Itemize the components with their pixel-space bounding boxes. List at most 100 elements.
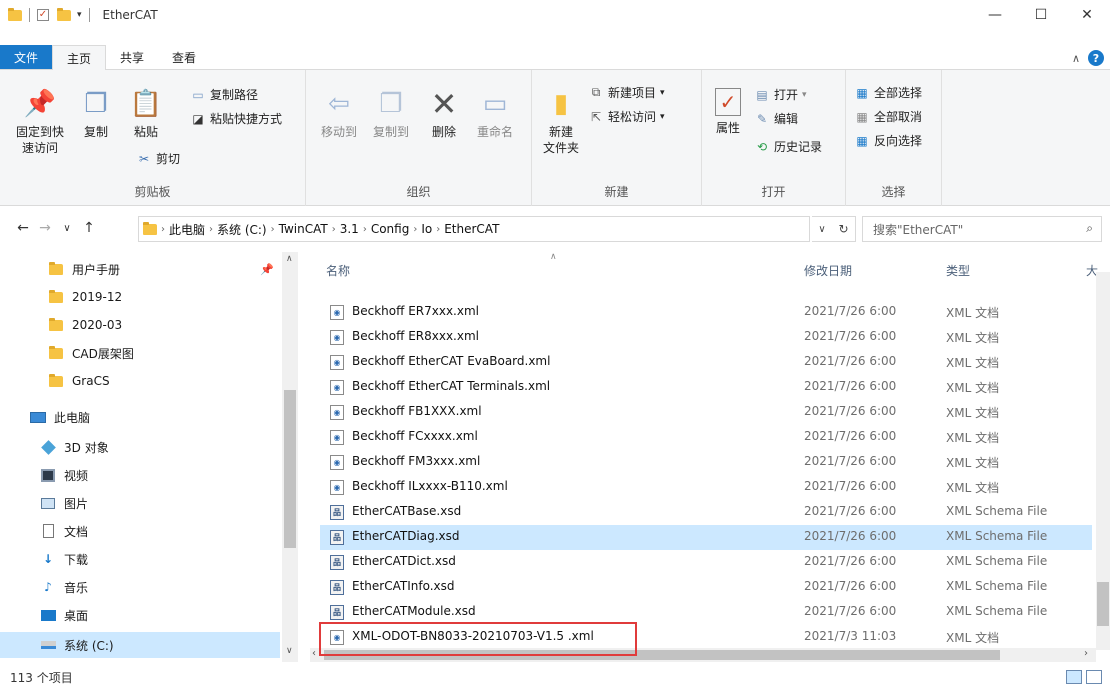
forward-arrow-icon[interactable]: → [34, 220, 56, 236]
nav-item-system-c[interactable]: 系统 (C:) [0, 632, 280, 658]
column-header-name[interactable]: 名称 [326, 262, 350, 279]
nav-item-cad[interactable]: CAD展架图 [0, 340, 280, 366]
file-name: Beckhoff EtherCAT Terminals.xml [352, 379, 551, 393]
paste-shortcut-button[interactable]: ◪ 粘贴快捷方式 [190, 110, 282, 127]
properties-button[interactable]: ✓ 属性 [708, 88, 748, 136]
breadcrumb-twincat[interactable]: TwinCAT [279, 222, 328, 236]
new-item-button[interactable]: ⧉ 新建项目 ▾ [588, 84, 665, 101]
select-all-button[interactable]: ▦ 全部选择 [854, 84, 922, 101]
paste-button[interactable]: 📋 粘贴 [126, 88, 166, 140]
open-button[interactable]: ▤ 打开 ▾ [754, 86, 806, 103]
tab-view[interactable]: 查看 [158, 45, 210, 69]
scroll-right-icon[interactable]: › [1084, 648, 1088, 659]
file-row[interactable]: 品 EtherCATBase.xsd 2021/7/26 6:00 XML Schem… [320, 500, 1092, 525]
tab-file[interactable]: 文件 [0, 45, 53, 69]
chevron-right-icon[interactable]: › [363, 224, 367, 235]
nav-item-this-pc[interactable]: 此电脑 [0, 404, 280, 430]
breadcrumb-this-pc[interactable]: 此电脑 [169, 221, 205, 238]
properties-check-icon[interactable]: ✓ [37, 9, 49, 21]
move-to-button[interactable]: ⇦ 移动到 [314, 88, 364, 140]
file-date: 2021/7/26 6:00 [804, 504, 897, 518]
pin-to-quick-access-button[interactable]: 📌 固定到快 速访问 [10, 88, 70, 156]
chevron-right-icon[interactable]: › [436, 224, 440, 235]
nav-item-2020-03[interactable]: 2020-03 [0, 312, 280, 338]
recent-locations-icon[interactable]: ∨ [56, 223, 78, 234]
back-arrow-icon[interactable]: ← [12, 220, 34, 236]
customize-dropdown-icon[interactable]: ▾ [77, 10, 82, 20]
nav-item-music[interactable]: ♪ 音乐 [0, 574, 280, 600]
breadcrumb-system-c[interactable]: 系统 (C:) [217, 221, 267, 238]
file-row[interactable]: ◉ Beckhoff FM3xxx.xml 2021/7/26 6:00 XML 文档 [320, 450, 1092, 475]
nav-item-downloads[interactable]: ↓ 下载 [0, 546, 280, 572]
nav-item-3d-objects[interactable]: 3D 对象 [0, 434, 280, 460]
nav-item-documents[interactable]: 文档 [0, 518, 280, 544]
chevron-right-icon[interactable]: › [332, 224, 336, 235]
breadcrumb-io[interactable]: Io [421, 222, 432, 236]
xml-file-icon: ◉ [330, 480, 344, 495]
maximize-button[interactable]: ☐ [1018, 0, 1064, 30]
easy-access-button[interactable]: ⇱ 轻松访问 ▾ [588, 108, 665, 125]
copy-to-button[interactable]: ❐ 复制到 [366, 88, 416, 140]
navigation-bar: ← → ∨ ↑ › 此电脑 › 系统 (C:) › TwinCAT › 3.1 … [0, 212, 1110, 244]
nav-item-gracs[interactable]: GraCS [0, 368, 280, 394]
file-row[interactable]: ◉ Beckhoff FB1XXX.xml 2021/7/26 6:00 XML 文档 [320, 400, 1092, 425]
address-dropdown-icon[interactable]: ∨ [818, 224, 825, 235]
scroll-left-icon[interactable]: ‹ [312, 648, 316, 659]
up-arrow-icon[interactable]: ↑ [78, 220, 100, 236]
invert-selection-button[interactable]: ▦ 反向选择 [854, 132, 922, 149]
file-row[interactable]: ◉ Beckhoff EtherCAT EvaBoard.xml 2021/7/26… [320, 350, 1092, 375]
column-header-type[interactable]: 类型 [946, 262, 970, 279]
scroll-up-icon[interactable]: ∧ [286, 254, 293, 264]
nav-item-2019-12[interactable]: 2019-12 [0, 284, 280, 310]
collapse-ribbon-icon[interactable]: ∧ [1072, 52, 1080, 65]
tab-share[interactable]: 共享 [106, 45, 158, 69]
pin-icon[interactable]: 📌 [260, 263, 274, 276]
edit-button[interactable]: ✎ 编辑 [754, 110, 798, 127]
history-button[interactable]: ⟲ 历史记录 [754, 138, 822, 155]
nav-item-desktop[interactable]: 桌面 [0, 602, 280, 628]
chevron-right-icon[interactable]: › [161, 224, 165, 235]
nav-item-user-manual[interactable]: 用户手册 📌 [0, 256, 280, 282]
new-folder-icon[interactable] [57, 7, 71, 21]
chevron-right-icon[interactable]: › [271, 224, 275, 235]
chevron-right-icon[interactable]: › [413, 224, 417, 235]
nav-scrollbar-thumb[interactable] [284, 390, 296, 548]
copy-button[interactable]: ❐ 复制 [76, 88, 116, 140]
large-icons-view-icon[interactable] [1086, 670, 1102, 684]
breadcrumb-ethercat[interactable]: EtherCAT [444, 222, 499, 236]
breadcrumb-3-1[interactable]: 3.1 [340, 222, 359, 236]
list-scrollbar[interactable] [1096, 272, 1110, 650]
address-bar[interactable]: › 此电脑 › 系统 (C:) › TwinCAT › 3.1 › Config… [138, 216, 810, 242]
file-row[interactable]: 品 EtherCATDict.xsd 2021/7/26 6:00 XML Schem… [320, 550, 1092, 575]
file-row[interactable]: ◉ Beckhoff EtherCAT Terminals.xml 2021/7/2… [320, 375, 1092, 400]
list-scrollbar-thumb[interactable] [1097, 582, 1109, 626]
select-none-button[interactable]: ▦ 全部取消 [854, 108, 922, 125]
file-row[interactable]: ◉ Beckhoff ER8xxx.xml 2021/7/26 6:00 XML 文档 [320, 325, 1092, 350]
cut-button[interactable]: ✂ 剪切 [136, 150, 180, 167]
folder-icon[interactable] [8, 7, 22, 21]
help-icon[interactable]: ? [1088, 50, 1104, 66]
rename-button[interactable]: ▭ 重命名 [470, 88, 520, 140]
file-row[interactable]: ◉ Beckhoff ER7xxx.xml 2021/7/26 6:00 XML 文档 [320, 300, 1092, 325]
new-folder-button[interactable]: ▮ 新建 文件夹 [538, 88, 584, 156]
chevron-right-icon[interactable]: › [209, 224, 213, 235]
details-view-icon[interactable] [1066, 670, 1082, 684]
refresh-icon[interactable]: ↻ [839, 222, 849, 236]
copy-path-button[interactable]: ▭ 复制路径 [190, 86, 258, 103]
file-row[interactable]: ◉ Beckhoff ILxxxx-B110.xml 2021/7/26 6:00 X… [320, 475, 1092, 500]
nav-scrollbar[interactable]: ∧ ∨ [282, 252, 298, 662]
nav-item-videos[interactable]: 视频 [0, 462, 280, 488]
column-header-date[interactable]: 修改日期 [804, 262, 852, 279]
search-input[interactable]: 搜索"EtherCAT" ⌕ [862, 216, 1102, 242]
file-row[interactable]: 品 EtherCATDiag.xsd 2021/7/26 6:00 XML Schem… [320, 525, 1092, 550]
close-button[interactable]: ✕ [1064, 0, 1110, 30]
file-row[interactable]: 品 EtherCATInfo.xsd 2021/7/26 6:00 XML Schem… [320, 575, 1092, 600]
file-row[interactable]: ◉ Beckhoff FCxxxx.xml 2021/7/26 6:00 XML 文档 [320, 425, 1092, 450]
scroll-down-icon[interactable]: ∨ [286, 646, 293, 656]
nav-item-pictures[interactable]: 图片 [0, 490, 280, 516]
minimize-button[interactable]: — [972, 0, 1018, 30]
breadcrumb-config[interactable]: Config [371, 222, 410, 236]
search-icon[interactable]: ⌕ [1086, 221, 1093, 236]
delete-button[interactable]: ✕ 删除 [424, 88, 464, 140]
tab-home[interactable]: 主页 [52, 45, 107, 70]
